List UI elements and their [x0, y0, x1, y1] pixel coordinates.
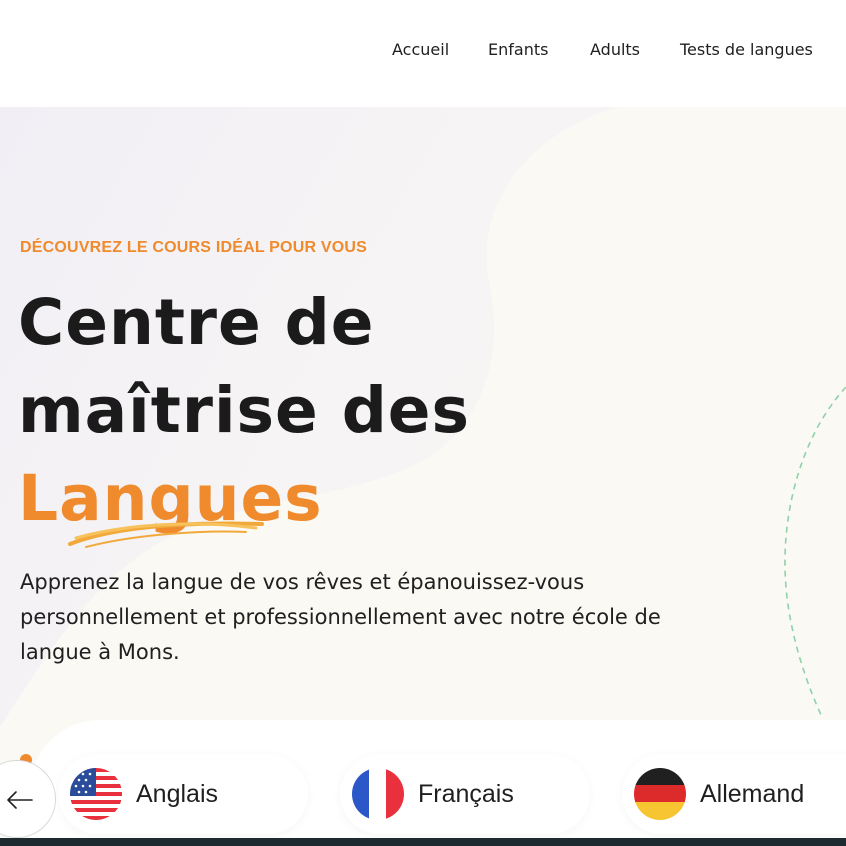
language-label-allemand: Allemand: [700, 780, 805, 808]
language-label-anglais: Anglais: [136, 780, 218, 808]
language-card-anglais[interactable]: Anglais: [58, 754, 308, 834]
germany-flag-icon: [634, 768, 686, 820]
language-card-allemand[interactable]: Allemand: [622, 754, 846, 834]
hero-title-line-2: maîtrise des: [18, 374, 471, 447]
hero-title: Centre de maîtrise des Langues: [18, 279, 470, 543]
france-flag-icon: [352, 768, 404, 820]
arrow-left-icon: [7, 791, 33, 809]
dashed-circle-decoration: [784, 387, 846, 718]
nav-link-accueil[interactable]: Accueil: [392, 40, 449, 59]
language-card-francais[interactable]: Français: [340, 754, 590, 834]
us-flag-icon: [70, 768, 122, 820]
nav-link-adults[interactable]: Adults: [590, 40, 640, 59]
language-label-francais: Français: [418, 780, 514, 808]
brush-underline-decoration: [68, 521, 264, 548]
hero-title-line-1: Centre de: [18, 286, 375, 359]
bottom-dark-bar: [0, 838, 846, 846]
hero-section: DÉCOUVREZ LE COURS IDÉAL POUR VOUS Centr…: [0, 107, 846, 846]
nav-link-enfants[interactable]: Enfants: [488, 40, 548, 59]
hero-subtitle: Apprenez la langue de vos rêves et épano…: [20, 570, 661, 664]
nav-link-tests-de-langues[interactable]: Tests de langues: [680, 40, 813, 59]
hero-eyebrow: DÉCOUVREZ LE COURS IDÉAL POUR VOUS: [20, 239, 367, 256]
main-navigation: Accueil Enfants Adults Tests de langues: [0, 0, 846, 107]
